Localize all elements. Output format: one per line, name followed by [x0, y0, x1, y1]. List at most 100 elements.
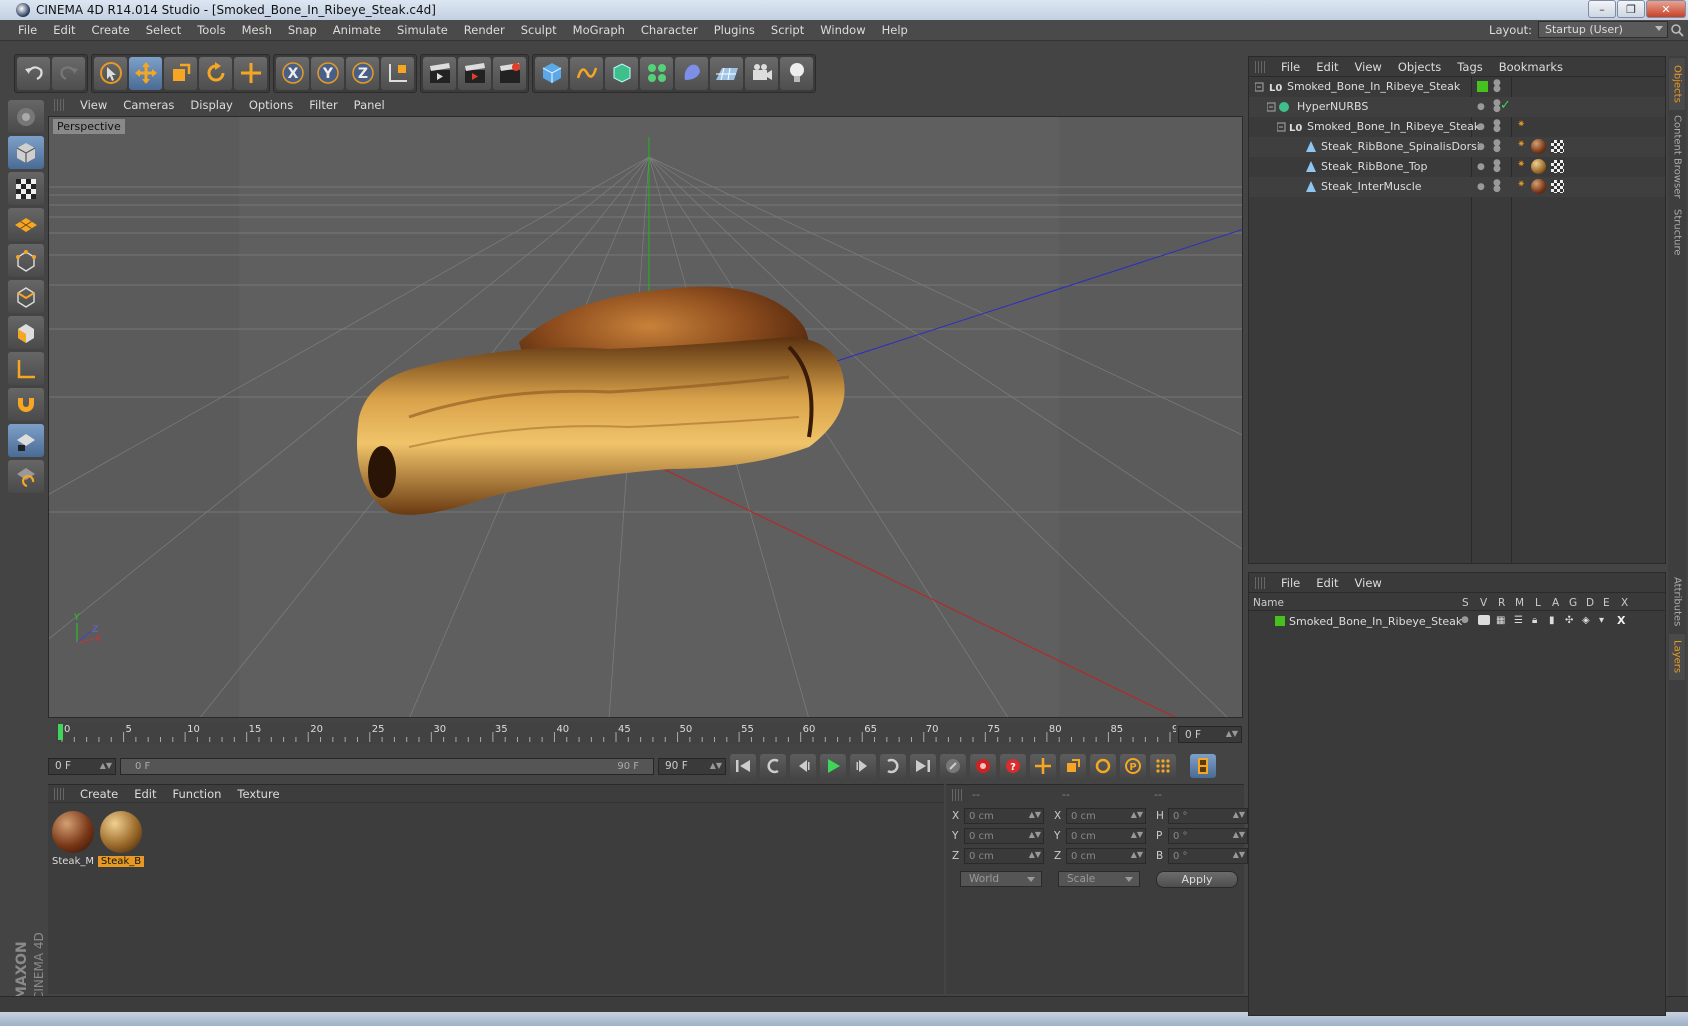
edges-mode-button[interactable] [8, 280, 44, 313]
z-axis-lock-button[interactable]: Z [346, 56, 379, 90]
column-locked[interactable]: L [1535, 597, 1541, 609]
layer-color-swatch[interactable] [1275, 616, 1285, 626]
perspective-viewport[interactable]: Y X Z Perspective [48, 116, 1243, 718]
object-row[interactable]: L0 Smoked_Bone_In_Ribeye_Steak ● ● ● ⁕ [1249, 117, 1665, 137]
panel-grip-icon[interactable] [1255, 60, 1267, 73]
play-button[interactable] [820, 754, 846, 778]
phong-tag-icon[interactable]: ⁕ [1517, 139, 1525, 150]
coordinate-system-button[interactable] [381, 56, 414, 90]
scale-tool-button[interactable] [164, 56, 197, 90]
rotate-tool-button[interactable] [199, 56, 232, 90]
record-active-objects-button[interactable] [940, 754, 966, 778]
timeline-layout-button[interactable] [1190, 754, 1216, 778]
playhead-marker[interactable] [58, 724, 63, 740]
texture-mode-button[interactable] [8, 172, 44, 205]
visibility-dots-icon[interactable]: ● ● [1493, 119, 1501, 134]
scale-key-button[interactable] [1060, 754, 1086, 778]
material-tag-icon[interactable] [1531, 139, 1546, 154]
go-to-start-button[interactable] [730, 754, 756, 778]
uvw-tag-icon[interactable] [1551, 160, 1564, 173]
column-generators[interactable]: G [1569, 597, 1577, 609]
frame-range-slider[interactable]: 0 F 90 F [120, 757, 654, 775]
layer-dot-icon[interactable]: ● [1477, 142, 1485, 152]
locked-workplane-button[interactable] [8, 460, 44, 493]
menu-create[interactable]: Create [84, 23, 138, 37]
object-menu-view[interactable]: View [1347, 60, 1390, 74]
make-editable-button[interactable] [8, 100, 44, 133]
menu-mograph[interactable]: MoGraph [565, 23, 633, 37]
layer-menu-view[interactable]: View [1347, 576, 1390, 590]
redo-button[interactable] [52, 56, 85, 90]
object-menu-tags[interactable]: Tags [1449, 60, 1490, 74]
recent-tool-button[interactable] [234, 56, 267, 90]
render-picture-viewer-button[interactable] [458, 56, 491, 90]
layer-row[interactable]: Smoked_Bone_In_Ribeye_Steak ● ▦ ☰ 🔒︎ ▮ ✣… [1249, 613, 1665, 631]
coordinate-mode-dropdown[interactable]: World [960, 871, 1042, 887]
menu-window[interactable]: Window [812, 23, 873, 37]
viewport-menu-filter[interactable]: Filter [301, 98, 345, 112]
size-z-field[interactable]: 0 cm ▲▼ [1066, 848, 1146, 864]
menu-character[interactable]: Character [633, 23, 706, 37]
object-menu-objects[interactable]: Objects [1390, 60, 1449, 74]
column-xref[interactable]: X [1621, 597, 1628, 609]
visibility-dots-icon[interactable]: ● ● [1493, 79, 1501, 94]
menu-script[interactable]: Script [763, 23, 812, 37]
model-mode-button[interactable] [8, 136, 44, 169]
phong-tag-icon[interactable]: ⁕ [1517, 159, 1525, 170]
workplane-mode-button[interactable] [8, 208, 44, 241]
point-level-key-button[interactable] [1150, 754, 1176, 778]
layer-dot-icon[interactable]: ● [1477, 182, 1485, 192]
xref-x-icon[interactable]: X [1617, 614, 1625, 627]
viewport-menu-options[interactable]: Options [241, 98, 301, 112]
deformer-icon[interactable]: ◈ [1582, 615, 1590, 626]
viewport-camera-label[interactable]: Perspective [53, 119, 125, 134]
size-y-field[interactable]: 0 cm ▲▼ [1066, 828, 1146, 844]
material-menu-texture[interactable]: Texture [229, 787, 287, 801]
add-light-button[interactable] [780, 56, 813, 90]
column-animation[interactable]: A [1552, 597, 1559, 609]
restore-button[interactable]: ❐ [1617, 0, 1645, 18]
column-expressions[interactable]: E [1603, 597, 1610, 609]
menu-help[interactable]: Help [874, 23, 916, 37]
position-key-button[interactable] [1030, 754, 1056, 778]
menu-tools[interactable]: Tools [189, 23, 233, 37]
material-menu-create[interactable]: Create [72, 787, 126, 801]
phong-tag-icon[interactable]: ⁕ [1517, 119, 1525, 130]
end-frame-field[interactable]: 90 F ▲▼ [658, 757, 726, 775]
rotation-p-field[interactable]: 0 ° ▲▼ [1168, 828, 1248, 844]
menu-simulate[interactable]: Simulate [389, 23, 456, 37]
object-menu-edit[interactable]: Edit [1308, 60, 1346, 74]
column-render[interactable]: R [1498, 597, 1505, 609]
rotation-h-field[interactable]: 0 ° ▲▼ [1168, 808, 1248, 824]
object-menu-file[interactable]: File [1273, 60, 1308, 74]
menu-snap[interactable]: Snap [280, 23, 325, 37]
add-environment-button[interactable] [710, 56, 743, 90]
tab-structure[interactable]: Structure [1669, 204, 1685, 260]
column-solo[interactable]: S [1462, 597, 1469, 609]
add-camera-button[interactable] [745, 56, 778, 90]
panel-grip-icon[interactable] [54, 99, 66, 111]
viewport-menu-cameras[interactable]: Cameras [115, 98, 182, 112]
panel-grip-icon[interactable] [54, 787, 66, 800]
uvw-tag-icon[interactable] [1551, 180, 1564, 193]
tab-layers[interactable]: Layers [1669, 634, 1685, 680]
autokeying-button[interactable] [970, 754, 996, 778]
polygons-mode-button[interactable] [8, 316, 44, 349]
rotation-key-button[interactable] [1090, 754, 1116, 778]
close-button[interactable]: ✕ [1646, 0, 1686, 18]
layer-menu-edit[interactable]: Edit [1308, 576, 1346, 590]
snapping-button[interactable] [8, 388, 44, 421]
layer-color-swatch[interactable] [1477, 81, 1488, 92]
uvw-tag-icon[interactable] [1551, 140, 1564, 153]
size-x-field[interactable]: 0 cm ▲▼ [1066, 808, 1146, 824]
visibility-dots-icon[interactable]: ● ● [1493, 179, 1501, 194]
material-swatch[interactable]: Steak_M [50, 809, 96, 869]
workplane-lock-button[interactable] [8, 424, 44, 457]
tab-content-browser[interactable]: Content Browser [1669, 112, 1685, 202]
tab-attributes[interactable]: Attributes [1669, 572, 1685, 632]
object-menu-bookmarks[interactable]: Bookmarks [1491, 60, 1571, 74]
layer-menu-file[interactable]: File [1273, 576, 1308, 590]
minimize-button[interactable]: – [1588, 0, 1616, 18]
object-row[interactable]: Steak_RibBone_SpinalisDorsi ● ● ● ⁕ [1249, 137, 1665, 157]
render-view-button[interactable] [423, 56, 456, 90]
